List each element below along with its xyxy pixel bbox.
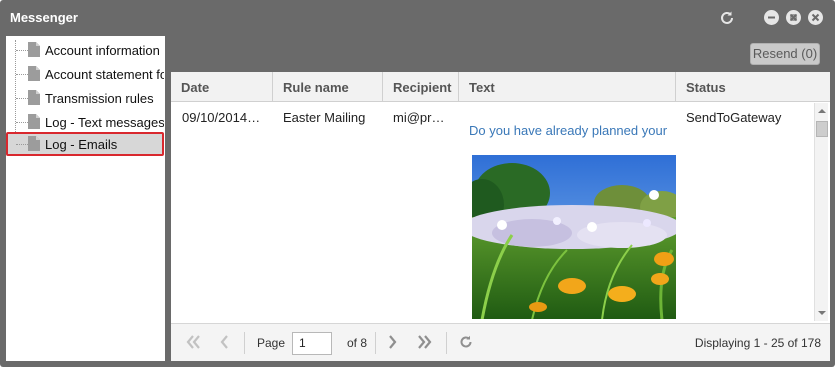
pagination-toolbar: Page 1 of 8 Displaying 1 - 25 of 178 (171, 323, 830, 361)
column-header-text[interactable]: Text (459, 72, 676, 102)
previous-page-icon[interactable] (218, 334, 230, 350)
cell-status: SendToGateway (686, 110, 782, 125)
column-header-rule-name[interactable]: Rule name (273, 72, 383, 102)
cell-rule-name: Easter Mailing (283, 110, 366, 125)
column-header-status[interactable]: Status (676, 72, 830, 102)
window-title: Messenger (10, 10, 78, 25)
resend-button[interactable]: Resend (0) (750, 43, 820, 65)
displaying-count: Displaying 1 - 25 of 178 (694, 336, 821, 350)
page-number-input[interactable]: 1 (292, 332, 332, 355)
navigation-tree: Account information Account statement fo… (6, 36, 165, 361)
tree-item-transmission-rules[interactable]: Transmission rules (6, 86, 164, 110)
tree-item-log-text-messages[interactable]: Log - Text messages (6, 110, 164, 134)
cell-recipient: mi@pr… (393, 110, 445, 125)
last-page-icon[interactable] (416, 334, 434, 350)
email-log-grid: Date Rule name Recipient Text Status 09/… (171, 72, 830, 361)
tree-item-label: Transmission rules (45, 91, 154, 106)
tree-item-log-emails[interactable]: Log - Emails (6, 132, 164, 156)
scroll-down-icon[interactable] (817, 309, 827, 317)
refresh-grid-icon[interactable] (458, 334, 474, 350)
column-header-recipient[interactable]: Recipient (383, 72, 459, 102)
refresh-icon[interactable] (718, 9, 736, 27)
tree-item-label: Log - Emails (45, 137, 118, 152)
next-page-icon[interactable] (387, 334, 399, 350)
tree-item-label: Account statement for (45, 67, 164, 82)
email-image (472, 155, 676, 319)
grid-header: Date Rule name Recipient Text Status (171, 72, 830, 102)
grid-body: 09/10/2014… Easter Mailing mi@pr… Do you… (171, 103, 816, 319)
messenger-window: Messenger Account information Account st… (0, 0, 835, 367)
document-icon (28, 90, 40, 105)
tree-item-label: Log - Text messages (45, 115, 164, 130)
document-icon (28, 136, 40, 151)
document-icon (28, 66, 40, 81)
tree-item-account-statement[interactable]: Account statement for (6, 62, 164, 86)
tree-item-account-information[interactable]: Account information (6, 38, 164, 62)
minimize-button[interactable] (764, 10, 779, 25)
scroll-up-icon[interactable] (817, 107, 827, 115)
page-label: Page (257, 336, 286, 350)
scrollbar-thumb[interactable] (816, 121, 828, 137)
maximize-button[interactable] (786, 10, 801, 25)
first-page-icon[interactable] (185, 334, 201, 350)
title-bar: Messenger (0, 0, 835, 36)
tree-item-label: Account information (45, 43, 160, 58)
column-header-date[interactable]: Date (171, 72, 273, 102)
document-icon (28, 42, 40, 57)
cell-text: Do you have already planned your (469, 123, 668, 138)
content-panel: Resend (0) Date Rule name Recipient Text… (171, 36, 833, 361)
cell-date: 09/10/2014… (182, 110, 261, 125)
vertical-scrollbar[interactable] (814, 103, 828, 321)
document-icon (28, 114, 40, 129)
page-count-label: of 8 (347, 336, 368, 350)
close-button[interactable] (808, 10, 823, 25)
